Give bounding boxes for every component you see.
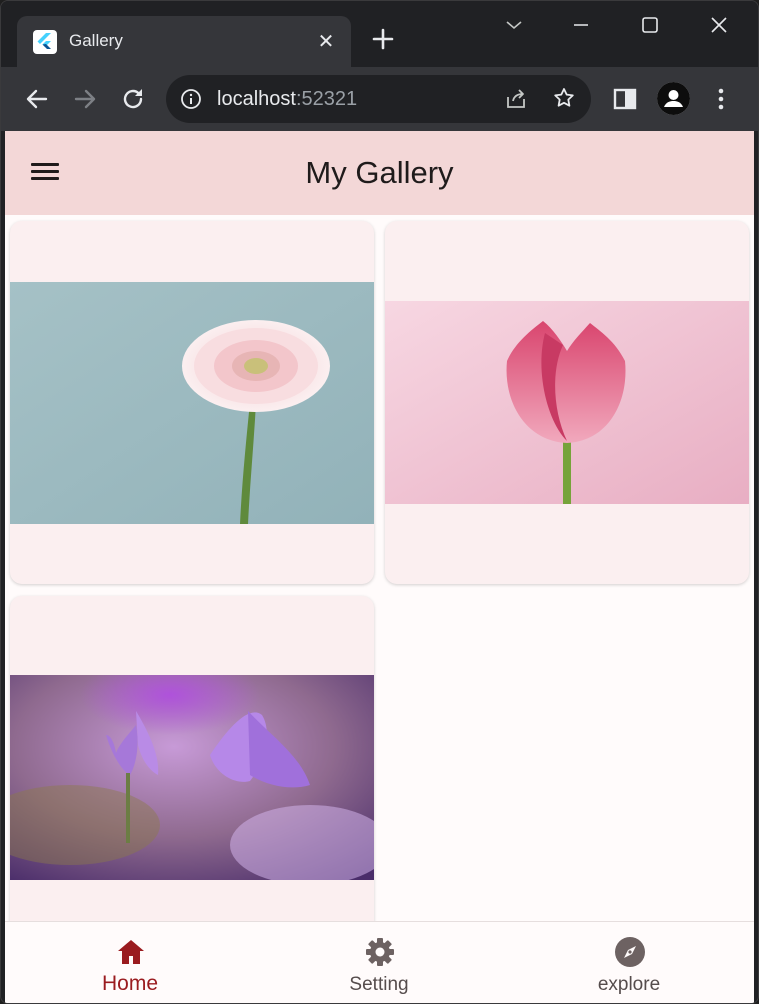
close-window-icon[interactable] xyxy=(704,11,734,39)
url-host: localhost xyxy=(217,88,296,110)
reload-icon[interactable] xyxy=(118,84,148,114)
nav-label-explore: explore xyxy=(597,974,661,995)
tulip-image xyxy=(385,301,749,504)
tab-strip: Gallery ✕ xyxy=(1,1,758,67)
browser-menu-icon[interactable] xyxy=(706,84,736,114)
app-bar: My Gallery xyxy=(5,131,754,215)
back-icon[interactable] xyxy=(22,84,52,114)
address-bar[interactable]: localhost:52321 xyxy=(166,75,591,123)
compass-icon xyxy=(614,936,646,968)
browser-toolbar: localhost:52321 xyxy=(1,67,758,131)
browser-window: Gallery ✕ localhost:52321 My Gallery Hom… xyxy=(0,0,759,1004)
new-tab-icon[interactable] xyxy=(369,25,397,53)
nav-label-home: Home xyxy=(101,972,159,995)
gallery-card[interactable] xyxy=(10,221,374,584)
url-port: :52321 xyxy=(295,88,358,110)
minimize-icon[interactable] xyxy=(566,11,596,39)
profile-avatar-icon[interactable] xyxy=(657,82,690,115)
maximize-icon[interactable] xyxy=(635,11,665,39)
side-panel-icon[interactable] xyxy=(610,84,640,114)
tab-title: Gallery xyxy=(69,31,123,50)
site-info-icon[interactable] xyxy=(180,88,202,110)
close-tab-icon[interactable]: ✕ xyxy=(313,29,339,55)
gallery-card[interactable] xyxy=(385,221,749,584)
forward-icon[interactable] xyxy=(70,84,100,114)
home-icon xyxy=(115,936,147,968)
bottom-navigation: Home Setting explore xyxy=(5,921,754,1003)
gear-icon xyxy=(364,936,396,968)
url-text: localhost:52321 xyxy=(217,88,357,111)
bookmark-star-icon[interactable] xyxy=(552,86,576,110)
nav-item-setting[interactable]: Setting xyxy=(254,922,504,1003)
crocus-image xyxy=(10,675,374,880)
flutter-logo-icon xyxy=(33,30,57,54)
browser-tab[interactable]: Gallery ✕ xyxy=(17,16,351,67)
gerbera-daisy-image xyxy=(10,282,374,524)
nav-item-home[interactable]: Home xyxy=(5,922,255,1003)
nav-item-explore[interactable]: explore xyxy=(504,922,754,1003)
app-viewport: My Gallery Home Setting explore xyxy=(5,131,754,1003)
tab-search-icon[interactable] xyxy=(499,11,529,39)
share-icon[interactable] xyxy=(504,87,528,111)
nav-label-setting: Setting xyxy=(349,974,409,995)
gallery-card[interactable] xyxy=(10,596,374,936)
page-title: My Gallery xyxy=(305,155,454,190)
